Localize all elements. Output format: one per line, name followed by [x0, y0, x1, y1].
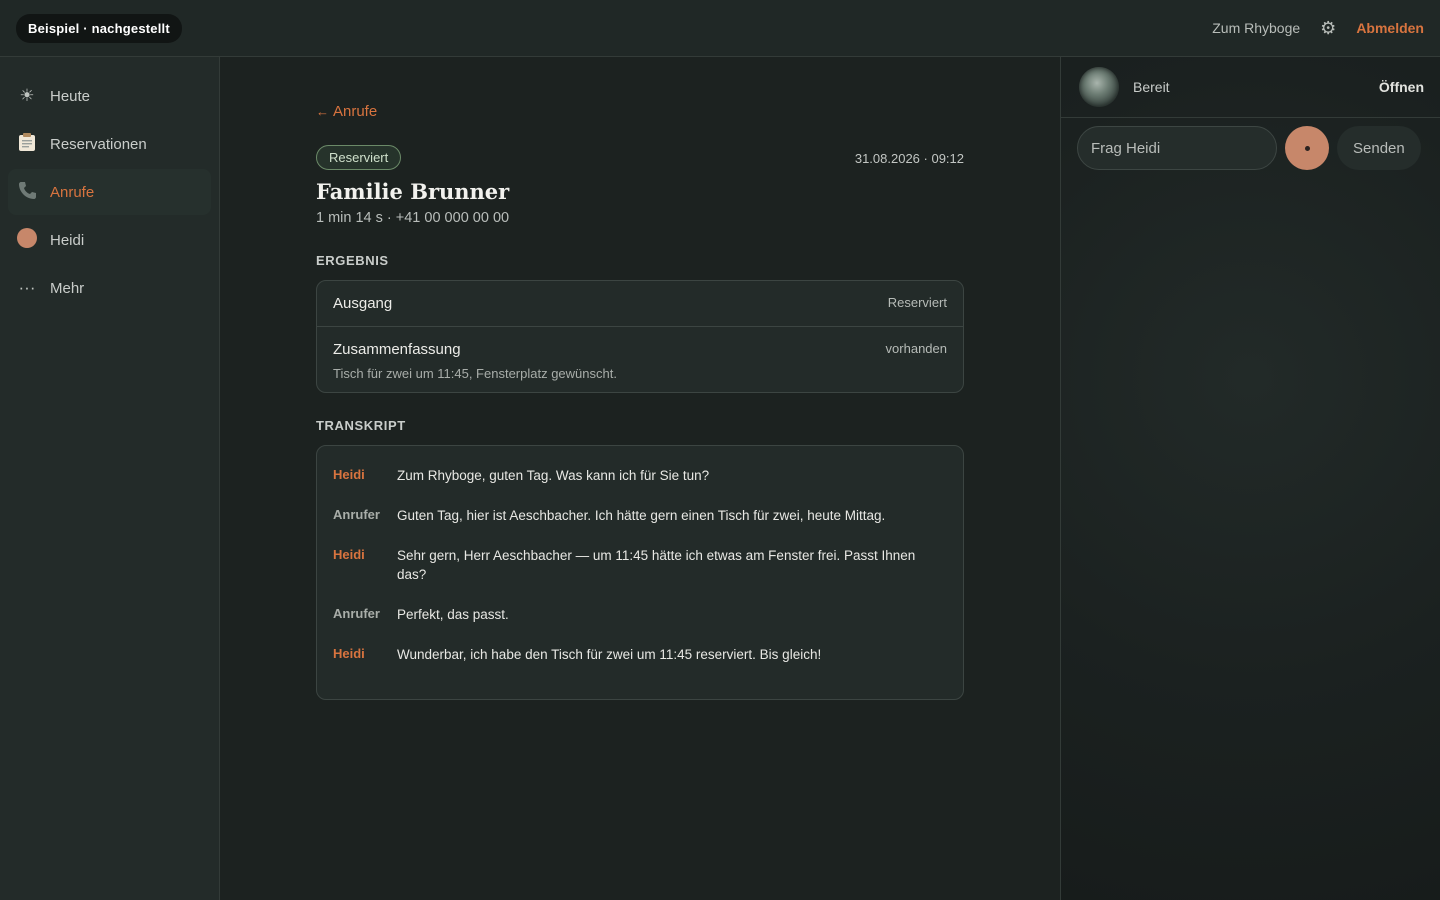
sidebar-item-label: Heute	[50, 87, 91, 105]
arrow-left-icon: ←	[316, 104, 329, 119]
clipboard-icon	[16, 132, 38, 157]
phone-icon-shape	[19, 181, 36, 199]
back-link-label: Anrufe	[333, 103, 378, 120]
transcript-text: Guten Tag, hier ist Aeschbacher. Ich hät…	[397, 508, 886, 523]
sidebar-item-heidi[interactable]: Heidi	[8, 217, 211, 263]
back-link[interactable]: ← Anrufe	[316, 103, 377, 120]
sidebar-item-reservationen[interactable]: Reservationen	[8, 121, 211, 167]
result-row-zusammenfassung: Zusammenfassung Tisch für zwei um 11:45,…	[317, 326, 963, 395]
voice-button[interactable]	[1285, 126, 1329, 170]
result-row-title: Ausgang	[333, 295, 393, 312]
assistant-panel: Bereit Öffnen Senden	[1060, 57, 1440, 900]
status-badge: Reserviert	[316, 145, 402, 170]
transcript-section-label: TRANSKRIPT	[316, 418, 406, 433]
clipboard-icon-shape	[19, 132, 35, 151]
result-row-main: Ausgang	[333, 295, 392, 312]
result-section-label: ERGEBNIS	[316, 253, 389, 268]
transcript-speaker: Heidi	[333, 646, 365, 661]
gear-icon[interactable]: ⚙	[1320, 19, 1336, 37]
transcript-text: Wunderbar, ich habe den Tisch für zwei u…	[397, 647, 822, 662]
main-content: ← Anrufe Reserviert 31.08.2026 · 09:12 Fa…	[220, 57, 1060, 900]
result-row-ausgang: Ausgang Reserviert	[317, 281, 963, 326]
assistant-orb-icon	[1079, 67, 1119, 107]
assistant-status: Bereit	[1133, 79, 1170, 95]
transcript-speaker: Anrufer	[333, 606, 380, 621]
result-row-summary: Tisch für zwei um 11:45, Fensterplatz ge…	[333, 366, 617, 381]
result-card: Ausgang Reserviert Zusammenfassung Tisch…	[316, 280, 964, 393]
send-button[interactable]: Senden	[1337, 126, 1421, 170]
result-row-value: vorhanden	[885, 341, 947, 356]
avatar-icon	[16, 227, 38, 253]
top-bar: Beispiel · nachgestellt Zum Rhyboge ⚙ Ab…	[0, 0, 1440, 57]
transcript-text: Sehr gern, Herr Aeschbacher — um 11:45 h…	[397, 548, 916, 582]
result-row-value: Reserviert	[887, 295, 947, 310]
top-actions: Zum Rhyboge ⚙ Abmelden	[1212, 19, 1424, 37]
transcript-line: Anrufer Perfekt, das passt.	[333, 605, 947, 624]
sun-icon: ☀	[19, 86, 35, 105]
assistant-header: Bereit Öffnen	[1061, 57, 1440, 118]
sidebar-item-anrufe[interactable]: Anrufe	[8, 169, 211, 215]
page-title: Familie Brunner	[316, 179, 510, 204]
sidebar-item-label: Anrufe	[50, 183, 95, 201]
transcript-speaker: Heidi	[333, 467, 365, 482]
ask-heidi-input[interactable]	[1077, 126, 1277, 170]
result-row-main: Zusammenfassung Tisch für zwei um 11:45,…	[333, 341, 617, 381]
transcript-speaker: Anrufer	[333, 507, 380, 522]
sidebar-item-label: Mehr	[50, 279, 85, 297]
transcript-line: Heidi Sehr gern, Herr Aeschbacher — um 1…	[333, 546, 947, 584]
transcript-line: Heidi Wunderbar, ich habe den Tisch für …	[333, 645, 947, 664]
call-meta: 1 min 14 s · +41 00 000 00 00	[316, 210, 510, 226]
sidebar-item-label: Reservationen	[50, 135, 147, 153]
transcript-card: Heidi Zum Rhyboge, guten Tag. Was kann i…	[316, 445, 964, 700]
open-button[interactable]: Öffnen	[1379, 79, 1424, 95]
transcript-line: Heidi Zum Rhyboge, guten Tag. Was kann i…	[333, 466, 947, 485]
sidebar-item-heute[interactable]: ☀ Heute	[8, 73, 211, 119]
sidebar-item-label: Heidi	[50, 231, 85, 249]
transcript-text: Perfekt, das passt.	[397, 607, 509, 622]
assistant-input-row: Senden	[1061, 118, 1440, 178]
restaurant-link[interactable]: Zum Rhyboge	[1212, 20, 1300, 36]
more-icon: ···	[18, 278, 36, 297]
record-dot-icon	[1304, 145, 1310, 151]
result-row-title: Zusammenfassung	[333, 341, 461, 358]
avatar	[17, 227, 37, 248]
brand-badge: Beispiel · nachgestellt	[16, 13, 182, 43]
logout-button[interactable]: Abmelden	[1356, 20, 1424, 36]
sidebar-item-mehr[interactable]: ··· Mehr	[8, 265, 211, 311]
phone-icon	[16, 180, 38, 205]
transcript-speaker: Heidi	[333, 547, 365, 562]
transcript-line: Anrufer Guten Tag, hier ist Aeschbacher.…	[333, 506, 947, 525]
sidebar: ☀ Heute Reservationen Anrufe Heidi ··· M…	[0, 57, 220, 900]
call-datetime: 31.08.2026 · 09:12	[854, 151, 964, 166]
transcript-text: Zum Rhyboge, guten Tag. Was kann ich für…	[397, 468, 710, 483]
